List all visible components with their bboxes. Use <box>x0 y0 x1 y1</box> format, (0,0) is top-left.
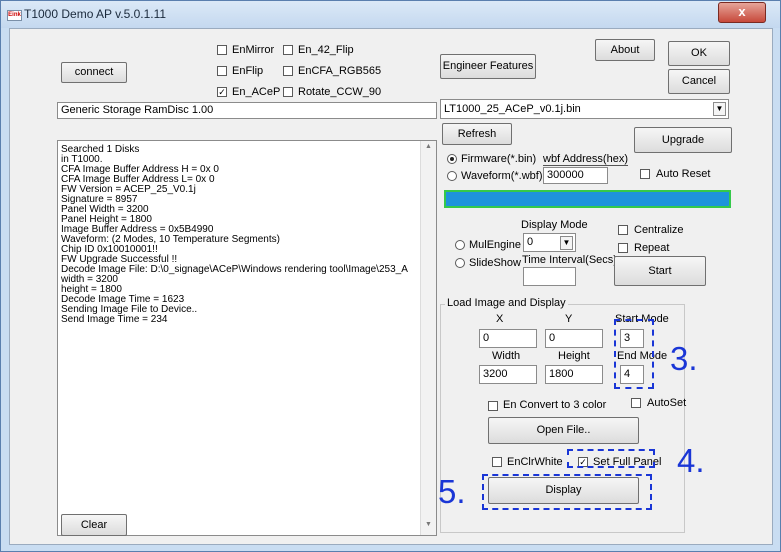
scroll-up-arrow-icon[interactable]: ▲ <box>425 143 432 150</box>
step-5-marker: 5. <box>438 473 466 510</box>
progress-fill <box>446 192 729 206</box>
ok-button[interactable]: OK <box>668 41 730 66</box>
about-button[interactable]: About <box>595 39 655 61</box>
y-label: Y <box>565 313 573 325</box>
waveform-radio-label: Waveform(*.wbf) <box>461 170 543 182</box>
firmware-radio-label: Firmware(*.bin) <box>461 153 537 165</box>
width-input[interactable]: 3200 <box>479 365 537 384</box>
mulengine-radio[interactable] <box>455 240 465 250</box>
firmware-radio[interactable] <box>447 154 457 164</box>
chevron-down-icon[interactable]: ▼ <box>560 236 573 250</box>
rotate-ccw-90-checkbox[interactable] <box>283 87 293 97</box>
mulengine-label: MulEngine <box>469 239 521 251</box>
en-mirror-checkbox[interactable] <box>217 45 227 55</box>
repeat-checkbox[interactable] <box>618 243 628 253</box>
centralize-checkbox[interactable] <box>618 225 628 235</box>
clear-button[interactable]: Clear <box>61 514 127 536</box>
firmware-file-select[interactable]: LT1000_25_ACeP_v0.1j.bin ▼ <box>440 99 729 119</box>
x-input[interactable]: 0 <box>479 329 537 348</box>
wbf-address-label: wbf Address(hex) <box>543 153 628 166</box>
en-flip-checkbox[interactable] <box>217 66 227 76</box>
height-input[interactable]: 1800 <box>545 365 603 384</box>
log-line: Send Image Time = 234 <box>61 314 168 325</box>
auto-reset-checkbox[interactable] <box>640 169 650 179</box>
firmware-file-value: LT1000_25_ACeP_v0.1j.bin <box>444 103 581 115</box>
time-interval-input[interactable] <box>523 267 576 286</box>
step-3-marker: 3. <box>670 340 698 377</box>
cancel-button[interactable]: Cancel <box>668 69 730 94</box>
autoset-label: AutoSet <box>647 397 687 409</box>
en-convert-checkbox[interactable] <box>488 401 498 411</box>
storage-device-field[interactable]: Generic Storage RamDisc 1.00 <box>57 102 437 119</box>
app-window: Eink T1000 Demo AP v.5.0.1.11 x connect … <box>0 0 781 552</box>
dialog-client-area: connect EnMirror En_42_Flip EnFlip EnCFA… <box>9 28 773 545</box>
connect-button[interactable]: connect <box>61 62 127 83</box>
display-button-highlight <box>482 474 652 510</box>
rotate-ccw-90-label: Rotate_CCW_90 <box>298 86 382 98</box>
auto-reset-label: Auto Reset <box>656 168 711 180</box>
log-output[interactable]: Searched 1 Disks in T1000. CFA Image Buffe… <box>57 140 437 536</box>
chevron-down-icon[interactable]: ▼ <box>713 102 726 116</box>
en-42-flip-checkbox[interactable] <box>283 45 293 55</box>
en-acep-checkbox[interactable]: ✓ <box>217 87 227 97</box>
engineer-features-button[interactable]: Engineer Features <box>440 54 536 79</box>
log-line: Searched 1 Disks <box>61 144 140 155</box>
en-convert-label: En Convert to 3 color <box>503 399 607 411</box>
slideshow-label: SlideShow <box>469 257 521 269</box>
en-clr-white-label: EnClrWhite <box>507 456 563 468</box>
autoset-checkbox[interactable] <box>631 398 641 408</box>
window-title: T1000 Demo AP v.5.0.1.11 <box>24 7 167 21</box>
en-clr-white-checkbox[interactable] <box>492 457 502 467</box>
waveform-radio[interactable] <box>447 171 457 181</box>
close-button[interactable]: x <box>718 2 766 23</box>
upgrade-button[interactable]: Upgrade <box>634 127 732 153</box>
load-image-group-label: Load Image and Display <box>445 297 568 309</box>
repeat-label: Repeat <box>634 242 670 254</box>
display-mode-label: Display Mode <box>521 219 588 231</box>
scroll-down-arrow-icon[interactable]: ▼ <box>425 521 432 528</box>
en-cfa-rgb565-checkbox[interactable] <box>283 66 293 76</box>
refresh-button[interactable]: Refresh <box>442 123 512 145</box>
title-bar[interactable]: Eink T1000 Demo AP v.5.0.1.11 x <box>1 1 780 28</box>
en-cfa-rgb565-label: EnCFA_RGB565 <box>298 65 382 77</box>
height-label: Height <box>558 350 590 362</box>
display-mode-select[interactable]: 0 ▼ <box>523 233 576 252</box>
step-4-marker: 4. <box>677 442 705 479</box>
wbf-address-input[interactable]: 300000 <box>543 167 608 184</box>
time-interval-label: Time Interval(Secs) <box>522 254 617 266</box>
en-42-flip-label: En_42_Flip <box>298 44 354 56</box>
set-full-panel-highlight <box>567 449 655 468</box>
log-lines: Searched 1 Disks in T1000. CFA Image Buffe… <box>61 145 408 325</box>
log-scrollbar[interactable]: ▲ ▼ <box>420 141 436 535</box>
start-button[interactable]: Start <box>614 256 706 286</box>
upgrade-progress-bar <box>444 190 731 208</box>
en-acep-label: En_ACeP <box>232 86 281 98</box>
y-input[interactable]: 0 <box>545 329 603 348</box>
start-end-mode-highlight <box>614 319 654 389</box>
centralize-label: Centralize <box>634 224 684 236</box>
en-mirror-label: EnMirror <box>232 44 275 56</box>
width-label: Width <box>492 350 521 362</box>
slideshow-radio[interactable] <box>455 258 465 268</box>
display-mode-value: 0 <box>527 236 534 248</box>
eink-app-icon: Eink <box>7 10 22 21</box>
x-label: X <box>496 313 504 325</box>
open-file-button[interactable]: Open File.. <box>488 417 639 444</box>
en-flip-label: EnFlip <box>232 65 264 77</box>
